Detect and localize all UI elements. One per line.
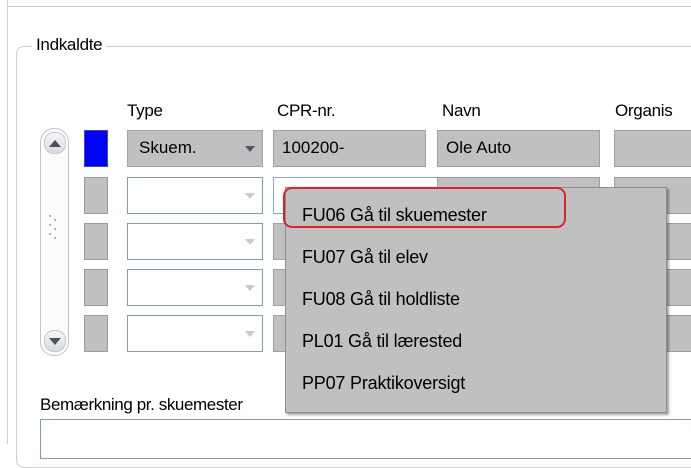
dropdown-button[interactable]	[238, 316, 262, 351]
menu-item-pp07[interactable]: PP07 Praktikoversigt	[302, 373, 465, 394]
dropdown-button[interactable]	[238, 178, 262, 213]
row-selector[interactable]	[84, 177, 108, 214]
name-cell[interactable]: Ole Auto	[437, 130, 600, 167]
type-combobox[interactable]	[127, 223, 263, 260]
chevron-down-icon	[245, 192, 255, 199]
menu-item-fu08[interactable]: FU08 Gå til holdliste	[302, 289, 460, 310]
type-combobox[interactable]	[127, 269, 263, 306]
window-top-edge	[0, 0, 691, 7]
dropdown-button[interactable]	[238, 270, 262, 305]
row-selector[interactable]	[84, 223, 108, 260]
column-header-name: Navn	[442, 101, 481, 120]
chevron-down-icon	[245, 284, 255, 291]
chevron-down-icon	[245, 145, 255, 152]
row-selector[interactable]	[84, 269, 108, 306]
menu-item-pl01[interactable]: PL01 Gå til lærested	[302, 331, 462, 352]
row-selector[interactable]	[84, 315, 108, 352]
name-value: Ole Auto	[446, 138, 512, 157]
org-cell[interactable]	[614, 130, 691, 167]
remark-textarea[interactable]	[40, 419, 691, 459]
chevron-down-icon	[245, 330, 255, 337]
dropdown-button[interactable]	[238, 224, 262, 259]
type-combobox[interactable]	[127, 315, 263, 352]
highlight-annotation	[283, 187, 566, 228]
type-value: Skuem.	[139, 138, 197, 157]
cpr-value: 100200-	[282, 138, 345, 157]
scroll-grip-icon[interactable]	[49, 215, 59, 245]
remark-label: Bemærkning pr. skuemester	[40, 395, 243, 414]
chevron-down-icon	[245, 238, 255, 245]
arrow-down-icon	[49, 337, 61, 345]
column-header-org: Organis	[615, 101, 673, 120]
column-header-cpr: CPR-nr.	[277, 101, 336, 120]
menu-item-fu07[interactable]: FU07 Gå til elev	[302, 247, 428, 268]
scroll-down-button[interactable]	[44, 330, 66, 352]
row-selector-active[interactable]	[84, 130, 108, 167]
type-combobox[interactable]: Skuem.	[127, 130, 263, 167]
column-header-type: Type	[127, 101, 163, 120]
type-combobox[interactable]	[127, 177, 263, 214]
arrow-up-icon	[49, 139, 61, 147]
group-title: Indkaldte	[32, 35, 107, 55]
cpr-cell[interactable]: 100200-	[273, 130, 426, 167]
scroll-up-button[interactable]	[44, 132, 66, 154]
dropdown-button[interactable]	[238, 131, 262, 166]
window-left-edge	[0, 0, 8, 444]
row-scrollbar[interactable]	[40, 128, 69, 356]
